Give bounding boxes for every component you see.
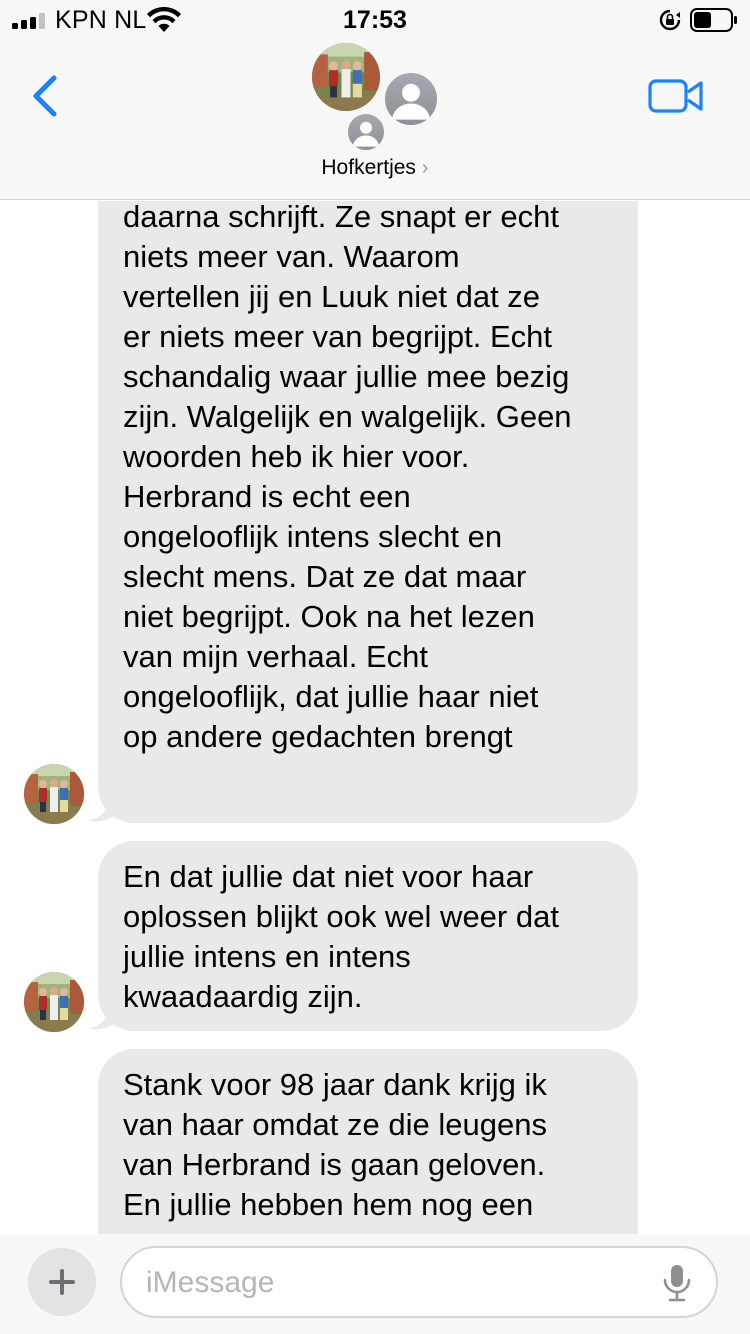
sender-avatar[interactable] — [24, 972, 84, 1032]
message-bubble[interactable]: Stank voor 98 jaar dank krijg ik van haa… — [98, 1049, 638, 1234]
chevron-left-icon[interactable] — [30, 74, 62, 118]
plus-icon[interactable] — [28, 1248, 96, 1316]
message-bubble[interactable]: En dat jullie dat niet voor haar oplosse… — [98, 841, 638, 1031]
contact-placeholder-icon — [345, 111, 387, 153]
bubble-tail — [88, 1001, 120, 1030]
status-time: 17:53 — [343, 6, 407, 34]
message-bubble[interactable]: is ongelooflijk wat ze me daarna schrijf… — [98, 201, 638, 823]
sender-avatar[interactable] — [24, 764, 84, 824]
message-list[interactable]: is ongelooflijk wat ze me daarna schrijf… — [0, 201, 750, 1234]
contact-placeholder-icon — [382, 70, 440, 128]
chevron-right-icon: › — [421, 157, 429, 179]
message-input[interactable] — [146, 1258, 646, 1308]
bubble-tail — [88, 793, 120, 822]
group-title[interactable]: Hofkertjes › — [0, 156, 750, 180]
group-name-label: Hofkertjes — [321, 156, 416, 179]
battery-icon — [690, 8, 737, 32]
microphone-icon[interactable] — [662, 1264, 692, 1302]
video-camera-icon[interactable] — [648, 78, 704, 114]
conversation-header: Hofkertjes › — [0, 40, 750, 200]
group-avatar[interactable] — [312, 43, 442, 153]
group-photo-avatar — [312, 43, 380, 111]
composer-bar — [0, 1234, 750, 1334]
rotation-lock-icon — [659, 9, 681, 31]
status-bar: KPN NL 17:53 — [0, 0, 750, 40]
message-input-field[interactable] — [120, 1246, 718, 1318]
